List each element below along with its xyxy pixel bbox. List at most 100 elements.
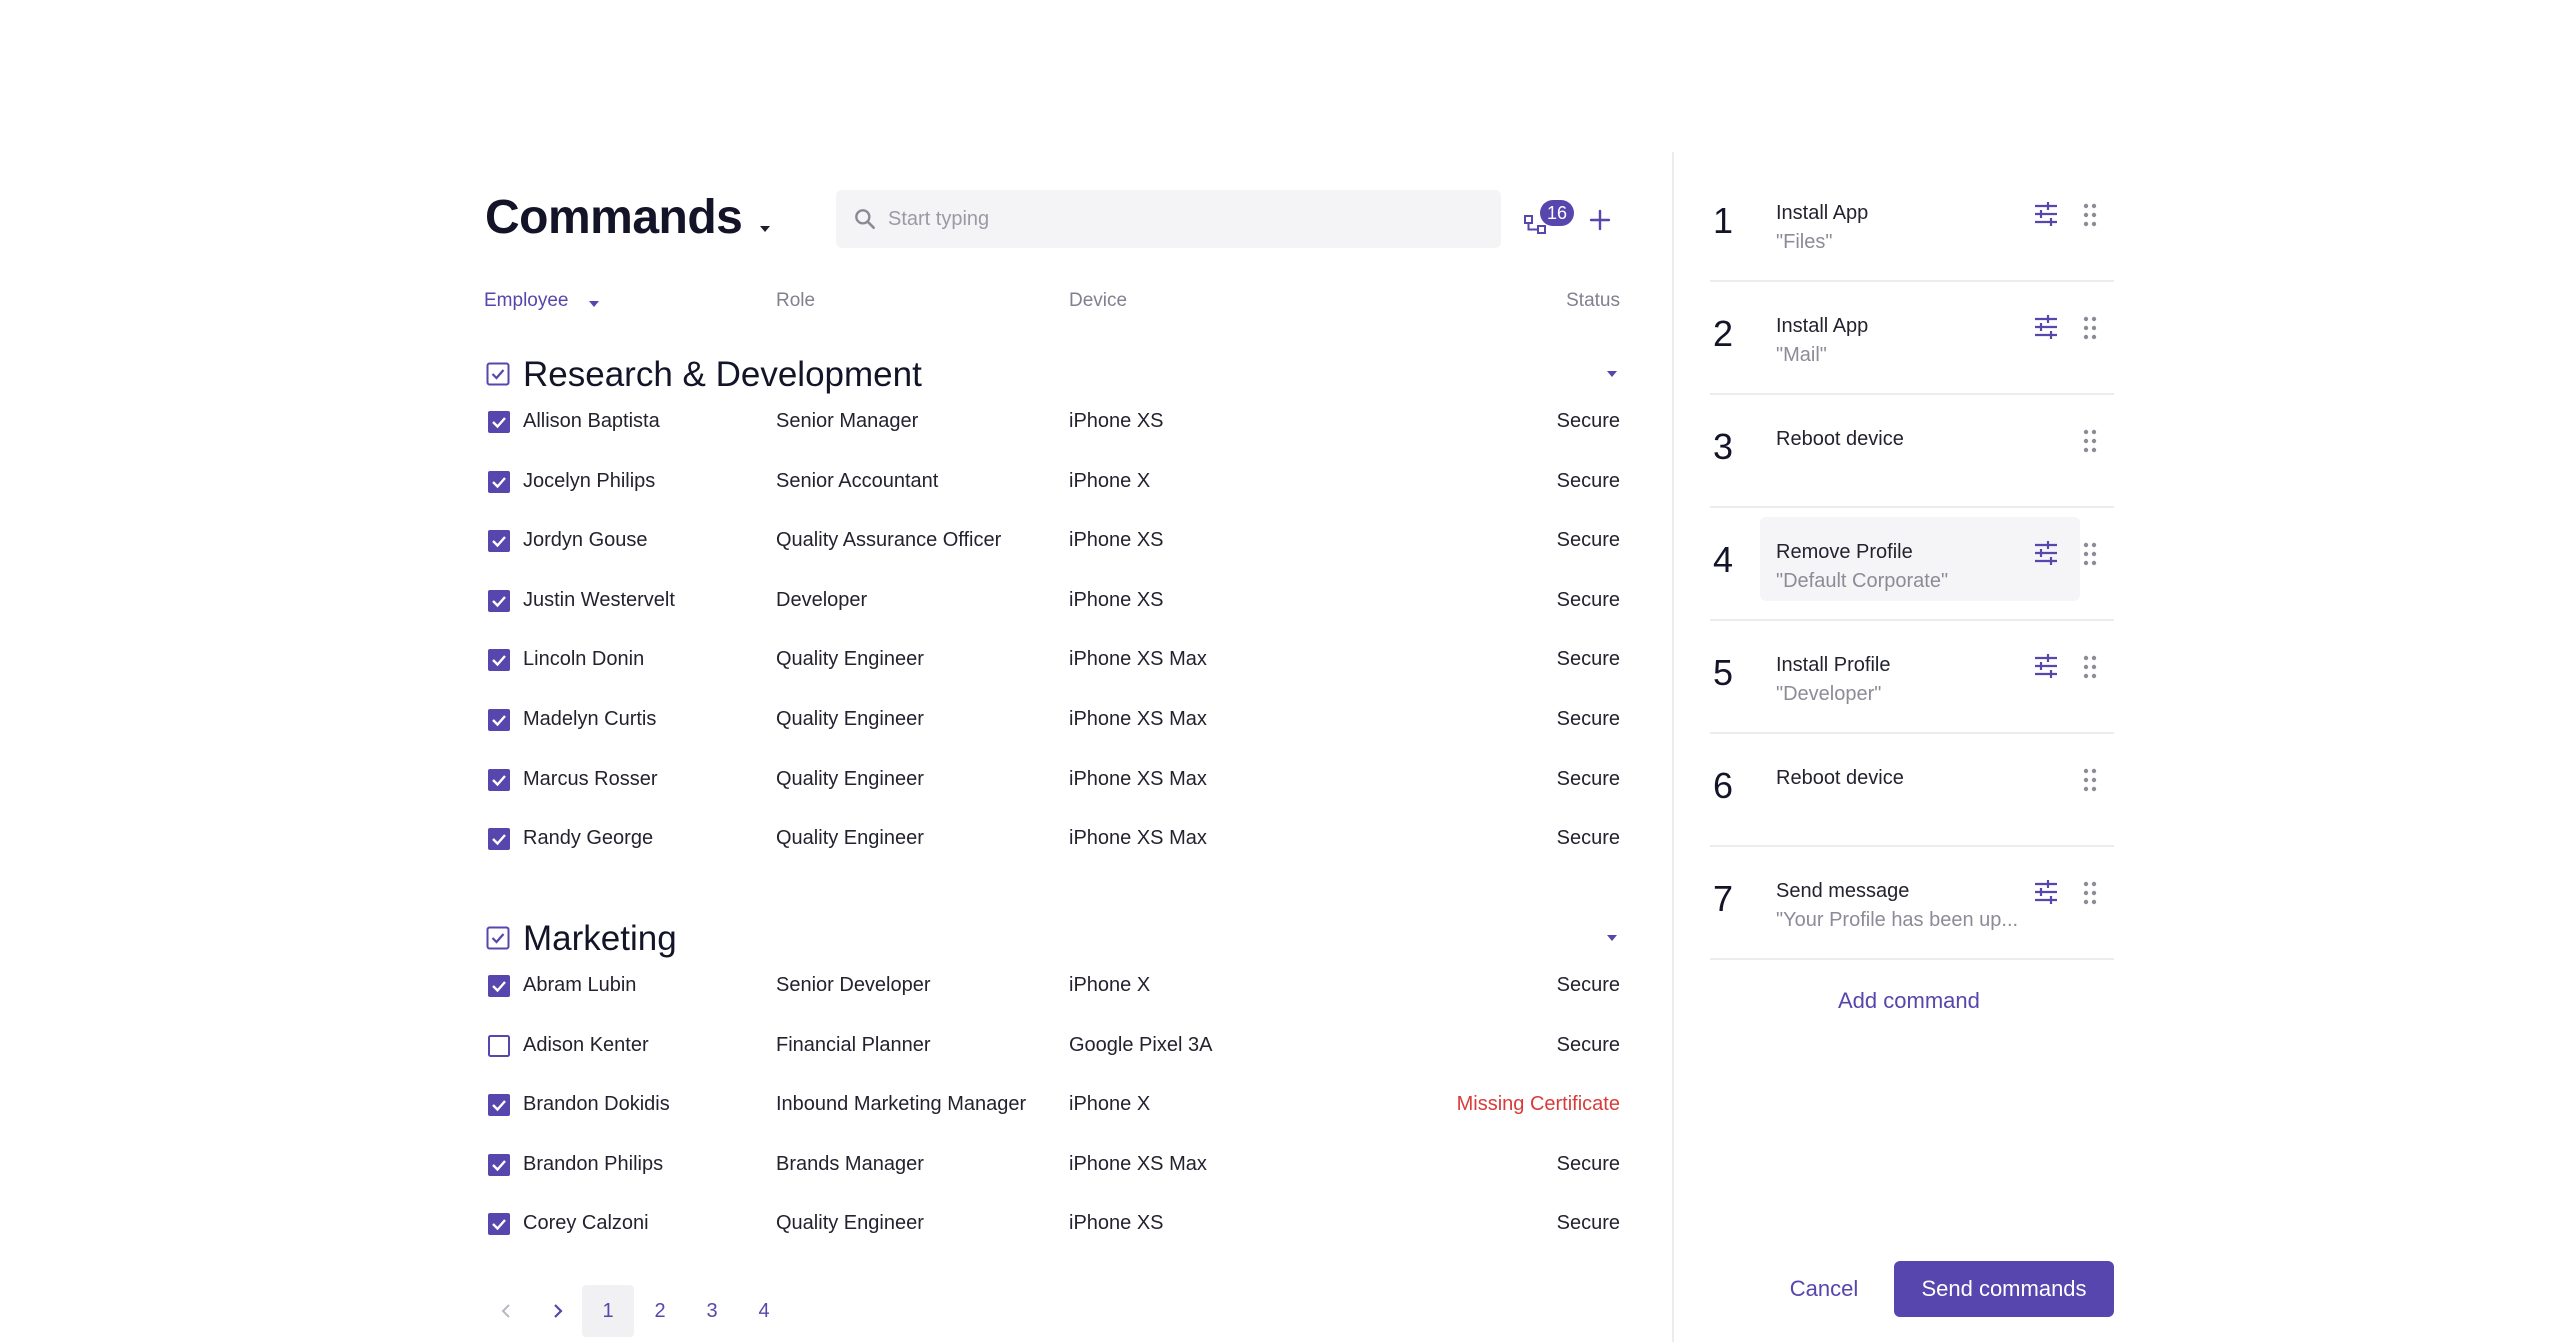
table-row[interactable]: Randy George Quality Engineer iPhone XS Ma… bbox=[480, 819, 1620, 859]
employee-role: Quality Engineer bbox=[776, 708, 924, 730]
table-row[interactable]: Jordyn Gouse Quality Assurance Officer iPh… bbox=[480, 521, 1620, 561]
panel-divider bbox=[1672, 152, 1674, 1342]
collapse-caret-icon[interactable] bbox=[1604, 366, 1620, 382]
table-row[interactable]: Marcus Rosser Quality Engineer iPhone XS M… bbox=[480, 760, 1620, 800]
row-checkbox[interactable] bbox=[488, 1094, 510, 1117]
row-checkbox[interactable] bbox=[488, 1153, 510, 1176]
status-text: Secure bbox=[1556, 1033, 1620, 1056]
command-item[interactable]: 7 Send message "Your Profile has been up..… bbox=[1710, 848, 2114, 960]
employee-device: iPhone XS Max bbox=[1069, 648, 1207, 671]
row-checkbox[interactable] bbox=[488, 470, 510, 493]
page-2-button[interactable]: 2 bbox=[634, 1285, 686, 1337]
prev-page-button[interactable] bbox=[480, 1285, 532, 1337]
command-number: 1 bbox=[1713, 200, 1734, 241]
employee-device: iPhone XS bbox=[1069, 1212, 1164, 1235]
table-row[interactable]: Corey Calzoni Quality Engineer iPhone XS Se… bbox=[480, 1204, 1620, 1244]
collapse-caret-icon[interactable] bbox=[1604, 930, 1620, 946]
table-row[interactable]: Abram Lubin Senior Developer iPhone X Secur… bbox=[480, 966, 1620, 1006]
table-row[interactable]: Brandon Philips Brands Manager iPhone XS M… bbox=[480, 1145, 1620, 1185]
employee-name: Corey Calzoni bbox=[523, 1212, 649, 1235]
tune-settings-icon[interactable] bbox=[2032, 313, 2060, 341]
drag-handle-icon[interactable] bbox=[2082, 654, 2098, 680]
drag-handle-icon[interactable] bbox=[2082, 202, 2098, 228]
page-4-button[interactable]: 4 bbox=[738, 1285, 790, 1337]
add-icon[interactable] bbox=[1584, 204, 1616, 236]
status-text: Secure bbox=[1556, 469, 1620, 492]
chevron-right-icon bbox=[554, 1304, 563, 1318]
tune-settings-icon[interactable] bbox=[2032, 878, 2060, 906]
tune-settings-icon[interactable] bbox=[2032, 652, 2060, 680]
table-row[interactable]: Justin Westervelt Developer iPhone XS Secur… bbox=[480, 581, 1620, 621]
send-commands-button[interactable]: Send commands bbox=[1894, 1261, 2114, 1317]
table-row[interactable]: Brandon Dokidis Inbound Marketing Manager… bbox=[480, 1085, 1620, 1125]
group-header: Research & Development bbox=[480, 350, 1620, 398]
employee-device: iPhone XS Max bbox=[1069, 708, 1207, 730]
command-item[interactable]: 1 Install App "Files" bbox=[1710, 170, 2114, 282]
status-text: Secure bbox=[1556, 827, 1620, 850]
status-text: Secure bbox=[1556, 767, 1620, 790]
app-window: Commands 16 bbox=[0, 0, 2560, 1342]
search-input[interactable] bbox=[888, 190, 1478, 248]
row-checkbox[interactable] bbox=[488, 649, 510, 672]
hierarchy-button[interactable]: 16 bbox=[1522, 200, 1574, 244]
command-number: 5 bbox=[1713, 652, 1734, 693]
status-text: Secure bbox=[1556, 529, 1620, 552]
tune-settings-icon[interactable] bbox=[2032, 539, 2060, 567]
page-1-button[interactable]: 1 bbox=[582, 1285, 634, 1337]
cancel-button[interactable]: Cancel bbox=[1776, 1263, 1872, 1315]
row-checkbox[interactable] bbox=[488, 1213, 510, 1236]
table-row[interactable]: Madelyn Curtis Quality Engineer iPhone XS … bbox=[480, 700, 1620, 740]
row-checkbox[interactable] bbox=[488, 709, 510, 731]
status-text: Missing Certificate bbox=[1456, 1093, 1620, 1116]
group-checkbox[interactable] bbox=[486, 362, 510, 386]
table-row[interactable]: Jocelyn Philips Senior Accountant iPhone X… bbox=[480, 462, 1620, 502]
drag-handle-icon[interactable] bbox=[2082, 880, 2098, 906]
row-checkbox[interactable] bbox=[488, 411, 510, 433]
drag-handle-icon[interactable] bbox=[2082, 541, 2098, 567]
row-checkbox[interactable] bbox=[488, 768, 510, 791]
group-checkbox[interactable] bbox=[486, 926, 510, 950]
command-item[interactable]: 4 Remove Profile "Default Corporate" bbox=[1710, 509, 2114, 621]
table-row[interactable]: Adison Kenter Financial Planner Google Pix… bbox=[480, 1026, 1620, 1066]
page-3-button[interactable]: 3 bbox=[686, 1285, 738, 1337]
add-command-button[interactable]: Add command bbox=[1838, 988, 1980, 1014]
command-item[interactable]: 5 Install Profile "Developer" bbox=[1710, 622, 2114, 734]
drag-handle-icon[interactable] bbox=[2082, 428, 2098, 454]
column-employee[interactable]: Employee bbox=[484, 290, 569, 312]
employee-device: iPhone XS Max bbox=[1069, 1152, 1207, 1175]
next-page-button[interactable] bbox=[532, 1285, 584, 1337]
table-row[interactable]: Allison Baptista Senior Manager iPhone XS S… bbox=[480, 402, 1620, 442]
employee-name: Allison Baptista bbox=[523, 410, 660, 432]
sort-caret-icon[interactable] bbox=[586, 296, 602, 312]
search-box[interactable] bbox=[836, 190, 1501, 248]
employee-role: Quality Engineer bbox=[776, 1212, 924, 1235]
drag-handle-icon[interactable] bbox=[2082, 767, 2098, 793]
row-checkbox[interactable] bbox=[488, 1034, 510, 1057]
row-checkbox[interactable] bbox=[488, 589, 510, 612]
employee-role: Financial Planner bbox=[776, 1033, 931, 1056]
column-device: Device bbox=[1069, 290, 1128, 311]
command-argument: "Developer" bbox=[1776, 683, 1882, 705]
drag-handle-icon[interactable] bbox=[2082, 315, 2098, 341]
command-number: 3 bbox=[1713, 426, 1734, 467]
command-item[interactable]: 2 Install App "Mail" bbox=[1710, 283, 2114, 395]
command-number: 2 bbox=[1713, 313, 1734, 354]
tune-settings-icon[interactable] bbox=[2032, 200, 2060, 228]
command-item[interactable]: 3 Reboot device bbox=[1710, 396, 2114, 508]
command-argument: "Mail" bbox=[1776, 344, 1827, 366]
employee-name: Marcus Rosser bbox=[523, 767, 658, 790]
table-row[interactable]: Lincoln Donin Quality Engineer iPhone XS M… bbox=[480, 640, 1620, 680]
employee-device: iPhone X bbox=[1069, 974, 1151, 996]
row-checkbox[interactable] bbox=[488, 975, 510, 997]
row-checkbox[interactable] bbox=[488, 828, 510, 851]
command-argument: "Default Corporate" bbox=[1776, 570, 1949, 592]
command-label: Send message bbox=[1776, 880, 1910, 902]
title-dropdown-caret-icon[interactable] bbox=[756, 220, 774, 238]
chevron-left-icon bbox=[501, 1304, 510, 1318]
command-label: Reboot device bbox=[1776, 767, 1904, 789]
employee-device: iPhone XS bbox=[1069, 529, 1164, 552]
command-item[interactable]: 6 Reboot device bbox=[1710, 735, 2114, 847]
command-body[interactable]: Reboot device bbox=[1760, 404, 2080, 488]
row-checkbox[interactable] bbox=[488, 530, 510, 553]
command-body[interactable]: Reboot device bbox=[1760, 743, 2080, 827]
